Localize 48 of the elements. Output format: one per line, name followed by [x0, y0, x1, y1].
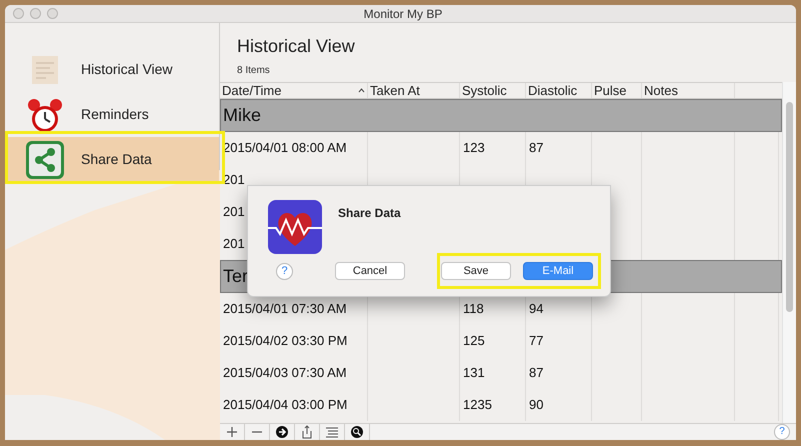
- column-header[interactable]: Notes: [642, 83, 735, 98]
- alarm-clock-icon: [25, 96, 65, 132]
- column-header[interactable]: Taken At: [368, 83, 460, 98]
- column-header[interactable]: Date/Time: [220, 83, 368, 98]
- sidebar-item[interactable]: Share Data: [5, 137, 219, 182]
- dialog-title: Share Data: [338, 205, 401, 222]
- sort-caret-icon: [358, 88, 365, 93]
- table-cell-text: 201: [223, 203, 245, 222]
- table-cell-text: 2015/04/01 07:30 AM: [223, 300, 347, 318]
- help-button[interactable]: ?: [774, 424, 790, 440]
- content-title: Historical View: [237, 35, 356, 58]
- table-cell-text: 2015/04/04 03:00 PM: [223, 396, 348, 414]
- column-header[interactable]: Diastolic: [526, 83, 592, 98]
- table-cell-text: 90: [529, 396, 544, 414]
- sidebar-item[interactable]: Historical View: [5, 47, 219, 92]
- plus-icon: [225, 425, 239, 439]
- table-cell-text: 2015/04/02 03:30 PM: [223, 332, 348, 350]
- table-cell-text: 118: [463, 300, 484, 318]
- dialog-button[interactable]: Cancel: [335, 262, 405, 280]
- table-cell-text: 123: [463, 139, 485, 158]
- sidebar-item-label: Share Data: [81, 150, 152, 169]
- window-title: Monitor My BP: [362, 6, 444, 22]
- search-icon: [350, 425, 364, 439]
- table-cell-text: 201: [223, 235, 245, 254]
- share-icon: [25, 140, 65, 180]
- table-cell-text: 2015/04/03 07:30 AM: [223, 364, 347, 382]
- heart-app-icon: [268, 200, 322, 254]
- share-icon: [300, 425, 314, 439]
- item-count: 8 Items: [237, 64, 271, 78]
- column-header[interactable]: Systolic: [460, 83, 526, 98]
- sidebar-item[interactable]: Reminders: [5, 92, 219, 137]
- group-name: Mike: [223, 104, 262, 127]
- dialog-help-button[interactable]: ?: [276, 262, 293, 280]
- arrow-right-icon: [275, 425, 289, 439]
- list-icon: [325, 425, 339, 439]
- table-cell-text: 2015/04/01 08:00 AM: [223, 139, 347, 158]
- dialog-button[interactable]: Save: [441, 262, 511, 280]
- table-cell-text: 125: [463, 332, 485, 350]
- group-name: Ter: [223, 265, 248, 288]
- table-cell-text: 87: [529, 364, 544, 382]
- sidebar-item-label: Reminders: [81, 105, 149, 124]
- table-cell-text: 77: [529, 332, 544, 350]
- column-header[interactable]: Pulse: [592, 83, 642, 98]
- table-cell-text: 87: [529, 139, 544, 158]
- table-cell-text: 94: [529, 300, 544, 318]
- table-cell-text: 131: [463, 364, 485, 382]
- table-cell-text: 1235: [463, 396, 492, 414]
- sidebar-item-label: Historical View: [81, 60, 173, 79]
